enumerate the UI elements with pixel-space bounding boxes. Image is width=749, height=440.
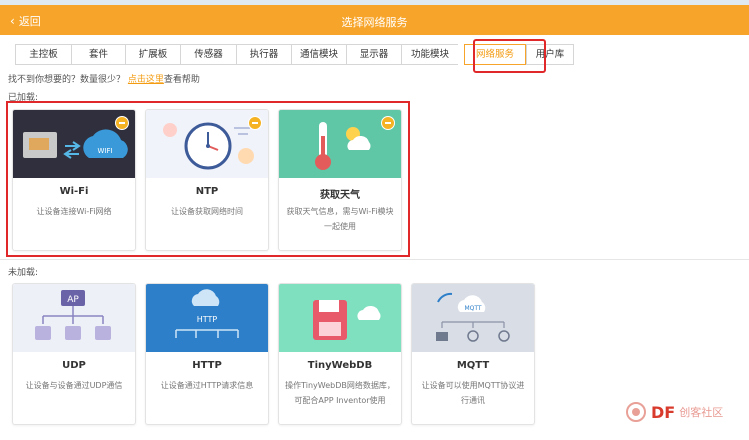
svg-text:AP: AP xyxy=(67,295,79,305)
module-card-ntp[interactable]: NTP 让设备获取网络时间 xyxy=(145,109,269,251)
card-name: HTTP xyxy=(192,360,222,371)
tab-highlight-frame xyxy=(473,39,546,73)
card-desc: 操作TinyWebDB网络数据库，可配合APP Inventor使用 xyxy=(285,381,395,405)
card-name: Wi-Fi xyxy=(59,186,89,197)
card-name: TinyWebDB xyxy=(307,360,373,371)
mqtt-cloud-icon: MQTT xyxy=(412,284,534,352)
help-link[interactable]: 点击这里 xyxy=(128,75,164,85)
card-name: UDP xyxy=(62,360,86,371)
unload-minus-icon[interactable] xyxy=(115,116,129,130)
unloaded-section-label: 未加载: xyxy=(8,268,39,278)
svg-text:WIFI: WIFI xyxy=(97,147,112,155)
df-logo-icon xyxy=(626,402,646,422)
section-divider xyxy=(0,259,749,260)
card-desc: 获取天气信息，需与Wi-Fi模块一起使用 xyxy=(286,207,394,231)
module-card-tinywebdb[interactable]: TinyWebDB 操作TinyWebDB网络数据库，可配合APP Invent… xyxy=(278,283,402,425)
card-desc: 让设备获取网络时间 xyxy=(171,207,243,216)
help-prefix: 找不到你想要的？数量很少？ xyxy=(8,75,126,85)
tab-function[interactable]: 功能模块 xyxy=(401,44,458,65)
tab-actuator[interactable]: 执行器 xyxy=(236,44,291,65)
svg-text:MQTT: MQTT xyxy=(464,305,481,312)
tab-communication[interactable]: 通信模块 xyxy=(291,44,346,65)
module-card-udp[interactable]: AP UDP 让设备与设备通过UDP通信 xyxy=(12,283,136,425)
help-line: 找不到你想要的？数量很少？ 点击这里查看帮助 xyxy=(8,72,200,85)
page-header: ‹ 返回 选择网络服务 xyxy=(0,5,749,35)
page-title: 选择网络服务 xyxy=(341,16,408,29)
tab-expansion[interactable]: 扩展板 xyxy=(125,44,180,65)
card-name: MQTT xyxy=(456,360,490,371)
unload-minus-icon[interactable] xyxy=(381,116,395,130)
svg-text:HTTP: HTTP xyxy=(197,315,218,324)
module-card-mqtt[interactable]: MQTT MQTT 让设备可以使用MQTT协议进行通讯 xyxy=(411,283,535,425)
module-card-weather[interactable]: 获取天气 获取天气信息，需与Wi-Fi模块一起使用 xyxy=(278,109,402,251)
unload-minus-icon[interactable] xyxy=(248,116,262,130)
tab-sensor[interactable]: 传感器 xyxy=(180,44,236,65)
database-icon xyxy=(279,284,401,352)
card-name: NTP xyxy=(195,186,219,197)
udp-ap-icon: AP xyxy=(13,284,135,352)
help-suffix: 查看帮助 xyxy=(163,75,200,85)
card-desc: 让设备通过HTTP请求信息 xyxy=(160,381,254,390)
card-desc: 让设备与设备通过UDP通信 xyxy=(25,381,123,390)
http-cloud-icon: HTTP xyxy=(146,284,268,352)
site-watermark: DF 创客社区 xyxy=(625,401,723,423)
card-desc: 让设备可以使用MQTT协议进行通讯 xyxy=(421,381,525,405)
watermark-cn: 创客社区 xyxy=(679,406,724,419)
tab-display[interactable]: 显示器 xyxy=(346,44,401,65)
card-desc: 让设备连接Wi-Fi网络 xyxy=(36,207,112,216)
watermark-brand: DF xyxy=(651,402,676,422)
module-card-http[interactable]: HTTP HTTP 让设备通过HTTP请求信息 xyxy=(145,283,269,425)
card-name: 获取天气 xyxy=(320,190,360,201)
tab-mainboard[interactable]: 主控板 xyxy=(15,44,71,65)
tab-kit[interactable]: 套件 xyxy=(71,44,125,65)
module-card-wifi[interactable]: WIFI Wi-Fi 让设备连接Wi-Fi网络 xyxy=(12,109,136,251)
